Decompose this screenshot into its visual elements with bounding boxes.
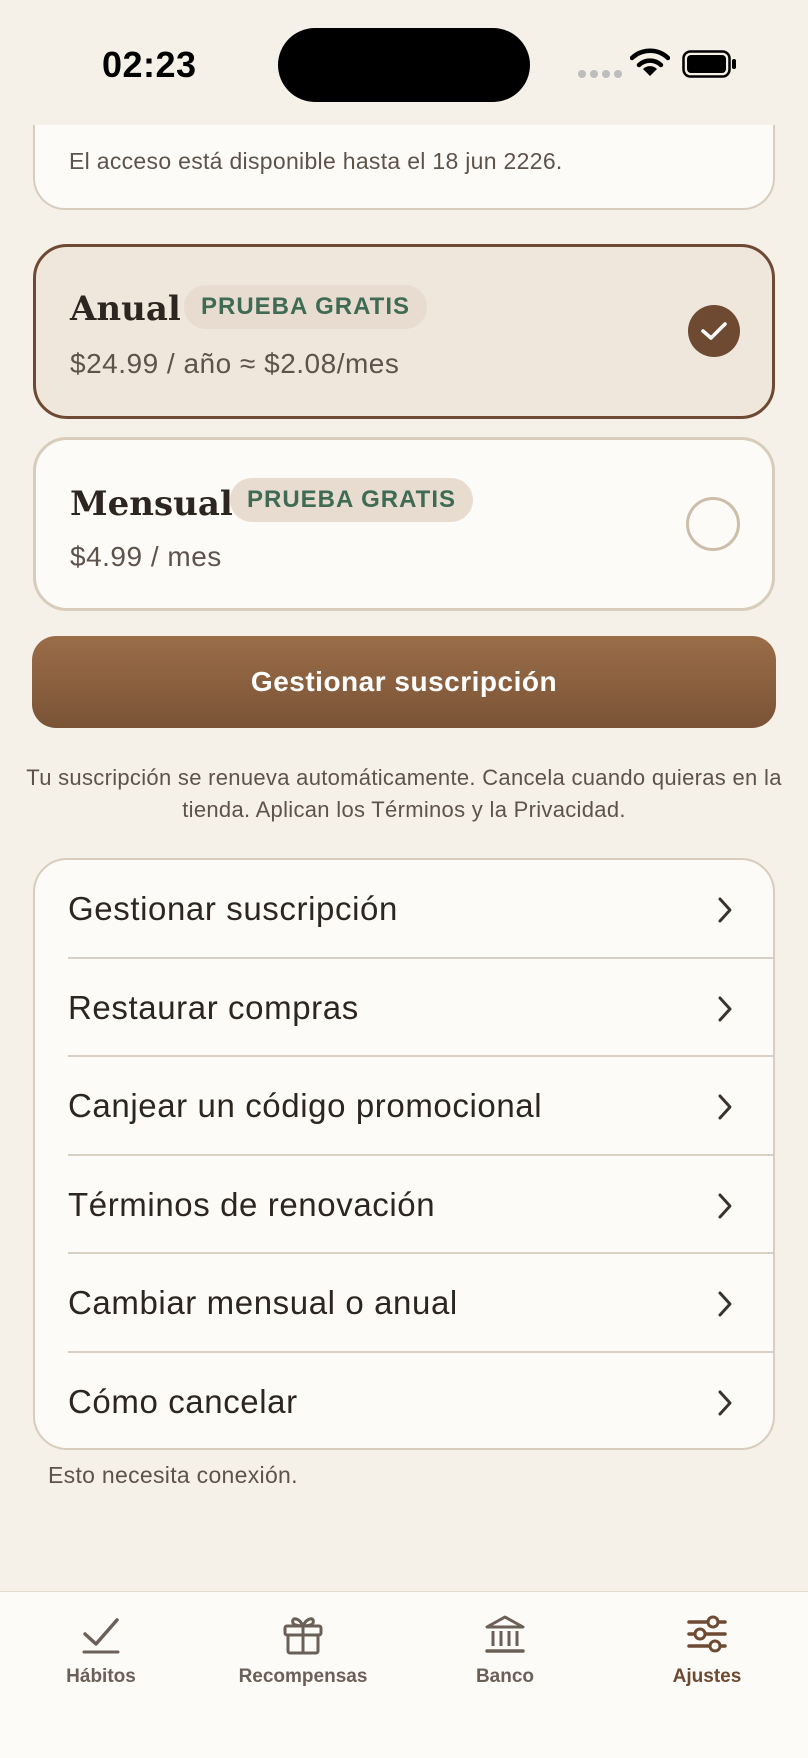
chevron-right-icon bbox=[718, 897, 732, 923]
status-bar: 02:23 bbox=[0, 0, 808, 125]
tab-habits[interactable]: Hábitos bbox=[0, 1612, 202, 1688]
tab-label: Banco bbox=[475, 1666, 535, 1687]
menu-item-redeem-code[interactable]: Canjear un código promocional bbox=[35, 1057, 773, 1156]
tab-bank[interactable]: Banco bbox=[404, 1612, 606, 1688]
connection-note: Esto necesita conexión. bbox=[48, 1462, 298, 1488]
tab-settings[interactable]: Ajustes bbox=[606, 1612, 808, 1688]
menu-item-renewal-terms[interactable]: Términos de renovación bbox=[35, 1156, 773, 1255]
tab-bar: Hábitos Recompensas Banco Ajustes bbox=[0, 1591, 808, 1758]
radio-unselected-icon bbox=[686, 497, 740, 551]
subscription-menu: Gestionar suscripción Restaurar compras … bbox=[33, 858, 775, 1450]
checkmark-icon bbox=[688, 305, 740, 357]
battery-icon bbox=[682, 50, 736, 78]
menu-item-label: Cambiar mensual o anual bbox=[68, 1284, 458, 1321]
menu-item-manage-subscription[interactable]: Gestionar suscripción bbox=[35, 860, 773, 959]
bank-icon bbox=[485, 1615, 525, 1653]
plan-monthly-card[interactable]: Mensual PRUEBA GRATIS $4.99 / mes bbox=[33, 437, 775, 611]
wifi-icon bbox=[630, 48, 670, 76]
free-trial-badge: PRUEBA GRATIS bbox=[230, 478, 474, 522]
renewal-disclaimer: Tu suscripción se renueva automáticament… bbox=[26, 765, 782, 822]
menu-item-label: Canjear un código promocional bbox=[68, 1087, 543, 1124]
menu-item-restore-purchases[interactable]: Restaurar compras bbox=[35, 959, 773, 1058]
menu-item-switch-plan[interactable]: Cambiar mensual o anual bbox=[35, 1254, 773, 1353]
plan-price: $24.99 / año ≈ $2.08/mes bbox=[70, 348, 400, 379]
tab-label: Hábitos bbox=[66, 1666, 136, 1687]
plan-price: $4.99 / mes bbox=[70, 541, 222, 572]
gift-icon bbox=[283, 1617, 323, 1655]
chevron-right-icon bbox=[718, 1193, 732, 1218]
menu-item-label: Gestionar suscripción bbox=[68, 890, 398, 927]
chevron-right-icon bbox=[718, 1291, 732, 1317]
menu-item-label: Restaurar compras bbox=[68, 988, 359, 1026]
access-info-text: El acceso está disponible hasta el 18 ju… bbox=[69, 148, 563, 174]
chevron-right-icon bbox=[718, 1390, 732, 1415]
menu-item-how-to-cancel[interactable]: Cómo cancelar bbox=[35, 1353, 773, 1449]
plan-title: Anual bbox=[70, 289, 181, 329]
menu-item-label: Cómo cancelar bbox=[68, 1382, 298, 1420]
cellular-signal-icon bbox=[578, 70, 622, 78]
free-trial-badge: PRUEBA GRATIS bbox=[184, 285, 428, 329]
chevron-right-icon bbox=[718, 996, 732, 1021]
checkmark-icon bbox=[82, 1618, 120, 1654]
tab-label: Ajustes bbox=[672, 1666, 742, 1687]
sliders-icon bbox=[687, 1615, 727, 1653]
chevron-right-icon bbox=[718, 1094, 732, 1120]
plan-annual-card[interactable]: Anual PRUEBA GRATIS $24.99 / año ≈ $2.08… bbox=[33, 244, 775, 419]
tab-rewards[interactable]: Recompensas bbox=[202, 1612, 404, 1688]
menu-item-label: Términos de renovación bbox=[68, 1185, 436, 1223]
dynamic-island bbox=[278, 28, 530, 102]
plan-title: Mensual bbox=[70, 484, 233, 524]
manage-subscription-button[interactable]: Gestionar suscripción bbox=[32, 636, 776, 728]
tab-label: Recompensas bbox=[238, 1666, 368, 1687]
status-time: 02:23 bbox=[102, 44, 197, 85]
